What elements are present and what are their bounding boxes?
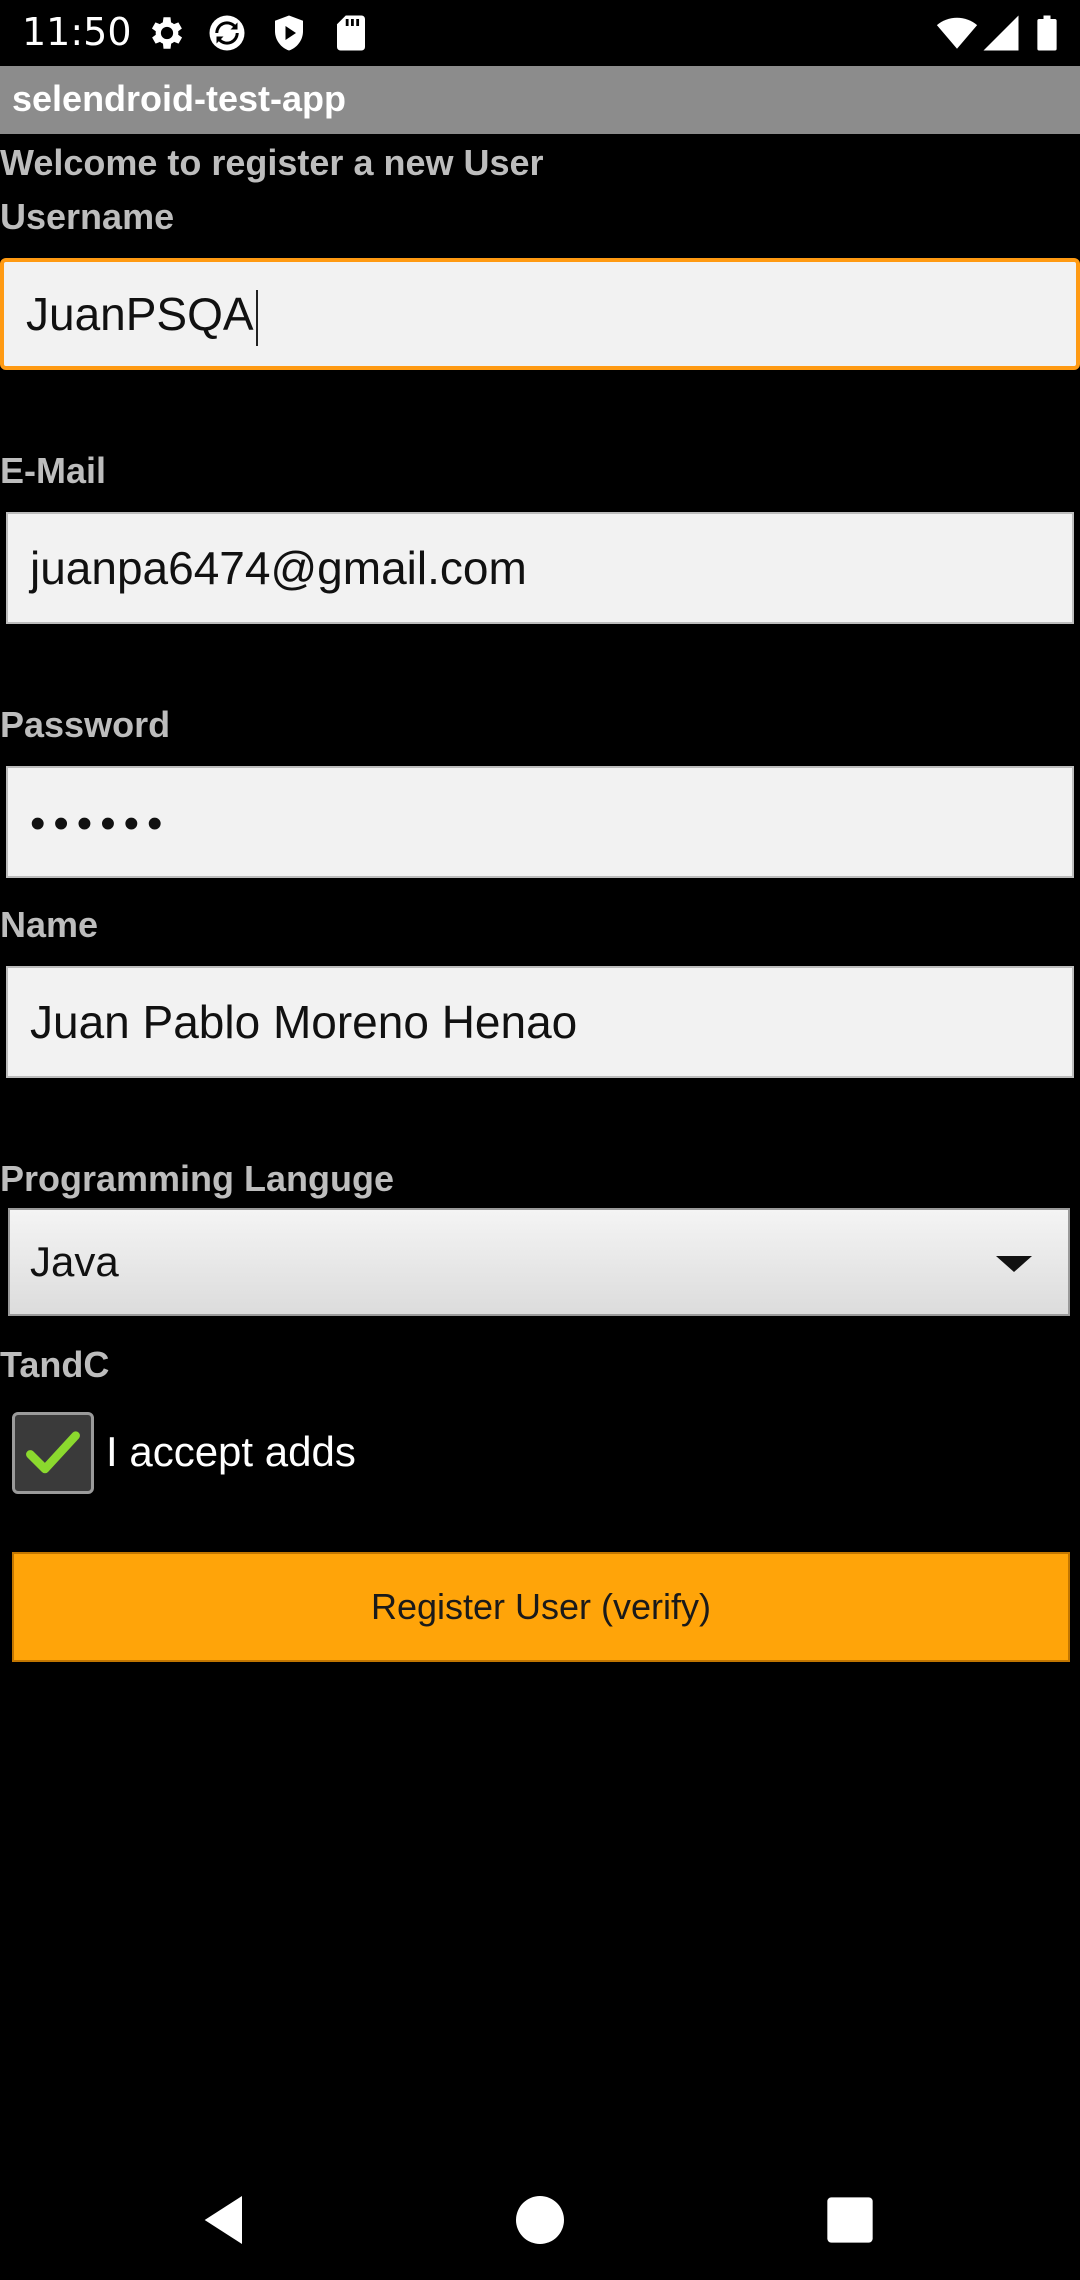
shield-play-icon — [275, 15, 303, 51]
password-label: Password — [0, 704, 171, 745]
email-label: E-Mail — [0, 450, 107, 491]
sd-card-icon — [337, 15, 365, 51]
username-input[interactable]: JuanPSQA — [0, 258, 1080, 370]
name-label: Name — [0, 904, 99, 945]
password-input[interactable]: •••••• — [6, 766, 1074, 878]
home-icon[interactable] — [508, 2188, 572, 2252]
sync-icon — [209, 15, 245, 51]
navigation-bar — [0, 2160, 1080, 2280]
language-label: Programming Languge — [0, 1158, 395, 1199]
name-input[interactable]: Juan Pablo Moreno Henao — [6, 966, 1074, 1078]
language-select[interactable]: Java — [8, 1208, 1070, 1316]
language-selected-value: Java — [30, 1238, 119, 1285]
password-value: •••••• — [30, 799, 171, 848]
settings-icon — [151, 17, 183, 49]
welcome-text: Welcome to register a new User — [0, 142, 544, 183]
accept-adds-checkbox[interactable] — [12, 1412, 94, 1494]
email-value: juanpa6474@gmail.com — [30, 542, 527, 594]
username-value: JuanPSQA — [26, 288, 254, 340]
wifi-icon — [936, 17, 978, 49]
status-bar: 11:50 — [0, 0, 1080, 66]
dropdown-arrow-icon — [996, 1256, 1032, 1272]
register-user-button[interactable]: Register User (verify) — [12, 1552, 1070, 1662]
checkmark-icon — [26, 1431, 80, 1474]
name-value: Juan Pablo Moreno Henao — [30, 996, 578, 1048]
username-label: Username — [0, 196, 175, 237]
email-input[interactable]: juanpa6474@gmail.com — [6, 512, 1074, 624]
app-title-bar: selendroid-test-app — [0, 66, 1080, 134]
battery-icon — [1037, 15, 1057, 51]
cell-signal-icon — [983, 15, 1019, 51]
back-icon[interactable] — [194, 2188, 258, 2252]
app-title: selendroid-test-app — [12, 78, 347, 119]
accept-adds-label[interactable]: I accept adds — [106, 1428, 356, 1476]
status-time: 11:50 — [22, 10, 132, 54]
text-caret — [255, 289, 258, 346]
tandc-label: TandC — [0, 1344, 110, 1385]
recents-icon[interactable] — [818, 2188, 882, 2252]
